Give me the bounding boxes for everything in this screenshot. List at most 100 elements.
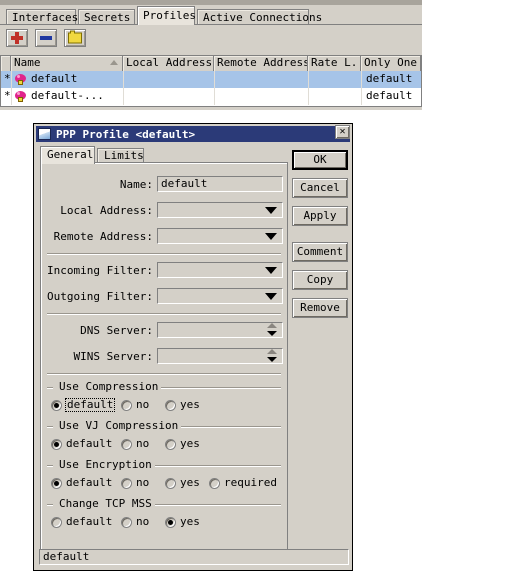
column-header-rate-limit[interactable]: Rate L... bbox=[308, 56, 361, 71]
dialog-general-panel: Name: default Local Address: Remote Addr… bbox=[40, 162, 288, 550]
ppp-profile-icon bbox=[15, 74, 26, 85]
column-label: Local Address bbox=[126, 56, 213, 69]
remove-button[interactable] bbox=[34, 28, 58, 48]
chevron-down-icon[interactable] bbox=[265, 293, 277, 300]
cell-remote-address bbox=[216, 88, 308, 105]
cell-name-text: default-... bbox=[31, 89, 104, 102]
cell-name-text: default bbox=[31, 72, 78, 85]
tab-secrets[interactable]: Secrets bbox=[78, 9, 135, 25]
radio-dot bbox=[165, 477, 176, 489]
name-input[interactable]: default bbox=[157, 176, 283, 192]
apply-button[interactable]: Apply bbox=[292, 206, 348, 226]
dns-server-stepper[interactable] bbox=[267, 322, 278, 338]
divider bbox=[47, 313, 281, 315]
cell-local-address bbox=[125, 88, 214, 105]
chevron-down-icon[interactable] bbox=[265, 207, 277, 214]
cell-flag: * bbox=[4, 89, 11, 102]
remove-button[interactable]: Remove bbox=[292, 298, 348, 318]
close-icon[interactable]: ✕ bbox=[335, 125, 350, 139]
radio-compression-default[interactable]: default bbox=[51, 398, 116, 412]
tab-label: Secrets bbox=[84, 11, 131, 24]
dialog-title: PPP Profile <default> bbox=[56, 127, 196, 141]
chevron-down-icon[interactable] bbox=[265, 267, 277, 274]
group-border bbox=[47, 426, 53, 428]
radio-encryption-default[interactable]: default bbox=[51, 477, 112, 489]
cancel-button[interactable]: Cancel bbox=[292, 178, 348, 198]
grid-line bbox=[308, 88, 309, 105]
dns-server-input[interactable] bbox=[157, 322, 283, 338]
radio-dot bbox=[121, 477, 132, 489]
chevron-up-icon bbox=[267, 323, 277, 328]
tab-label: Interfaces bbox=[12, 11, 79, 24]
column-header-local-address[interactable]: Local Address bbox=[123, 56, 214, 71]
radio-vj-yes[interactable]: yes bbox=[165, 438, 200, 450]
radio-compression-no[interactable]: no bbox=[121, 399, 149, 411]
column-header-remote-address[interactable]: Remote Address bbox=[214, 56, 308, 71]
comment-button[interactable]: Comment bbox=[292, 242, 348, 262]
table-row[interactable]: * default-... default bbox=[1, 88, 421, 105]
wins-server-input[interactable] bbox=[157, 348, 283, 364]
radio-label: required bbox=[224, 476, 277, 489]
radio-vj-default[interactable]: default bbox=[51, 438, 112, 450]
radio-dot bbox=[121, 516, 132, 528]
column-header-only-one[interactable]: Only One bbox=[361, 56, 421, 71]
ok-button[interactable]: OK bbox=[292, 150, 348, 170]
radio-label: yes bbox=[180, 398, 200, 411]
radio-dot bbox=[165, 516, 176, 528]
table-row[interactable]: * default default bbox=[1, 71, 421, 88]
radio-encryption-no[interactable]: no bbox=[121, 477, 149, 489]
cell-local-address bbox=[125, 71, 214, 88]
radio-tcpmss-yes[interactable]: yes bbox=[165, 516, 200, 528]
main-tabstrip: Interfaces Secrets Profiles Active Conne… bbox=[0, 5, 422, 25]
radio-encryption-required[interactable]: required bbox=[209, 477, 277, 489]
group-border bbox=[47, 465, 53, 467]
plus-icon bbox=[11, 32, 23, 44]
cell-rate-limit bbox=[310, 88, 361, 105]
dns-server-label: DNS Server: bbox=[80, 324, 153, 337]
minus-icon bbox=[40, 36, 52, 40]
radio-label: no bbox=[136, 515, 150, 528]
radio-dot bbox=[51, 399, 62, 411]
radio-compression-yes[interactable]: yes bbox=[165, 399, 200, 411]
wins-server-stepper[interactable] bbox=[267, 348, 278, 364]
radio-label: no bbox=[136, 398, 150, 411]
radio-label: yes bbox=[180, 515, 200, 528]
main-toolbar bbox=[0, 25, 422, 51]
copy-button[interactable]: Copy bbox=[292, 270, 348, 290]
radio-tcpmss-no[interactable]: no bbox=[121, 516, 149, 528]
dialog-titlebar[interactable]: PPP Profile <default> bbox=[36, 126, 350, 142]
radio-dot bbox=[165, 438, 176, 450]
window-system-icon bbox=[38, 128, 51, 140]
dialog-tabstrip: General Limits bbox=[40, 146, 288, 164]
grid-line bbox=[123, 88, 124, 105]
tab-label: Limits bbox=[104, 149, 144, 162]
sort-ascending-icon bbox=[110, 60, 118, 65]
name-label: Name: bbox=[119, 178, 153, 191]
radio-label: default bbox=[66, 437, 113, 450]
tab-interfaces[interactable]: Interfaces bbox=[6, 9, 79, 25]
grid-line bbox=[214, 71, 215, 88]
tab-active-connections[interactable]: Active Connections bbox=[197, 9, 322, 25]
tab-label: General bbox=[47, 148, 94, 161]
grid-line bbox=[123, 71, 124, 88]
column-label: Rate L... bbox=[311, 56, 360, 69]
tab-general[interactable]: General bbox=[40, 146, 95, 164]
chevron-down-icon[interactable] bbox=[265, 233, 277, 240]
remote-address-label: Remote Address: bbox=[53, 230, 153, 243]
comment-button[interactable] bbox=[63, 28, 87, 48]
radio-dot bbox=[51, 477, 62, 489]
chevron-down-icon bbox=[267, 357, 277, 362]
radio-vj-no[interactable]: no bbox=[121, 438, 149, 450]
column-header-flag[interactable] bbox=[1, 56, 11, 71]
radio-dot bbox=[121, 399, 132, 411]
group-title: Change TCP MSS bbox=[56, 497, 155, 510]
tab-limits[interactable]: Limits bbox=[97, 148, 144, 163]
add-button[interactable] bbox=[5, 28, 29, 48]
profiles-list[interactable]: Name Local Address Remote Address Rate L… bbox=[0, 55, 422, 107]
tab-profiles[interactable]: Profiles bbox=[137, 6, 196, 25]
radio-encryption-yes[interactable]: yes bbox=[165, 477, 200, 489]
column-label: Only One bbox=[364, 56, 417, 69]
radio-dot bbox=[209, 477, 220, 489]
column-header-name[interactable]: Name bbox=[11, 56, 123, 71]
radio-tcpmss-default[interactable]: default bbox=[51, 516, 112, 528]
